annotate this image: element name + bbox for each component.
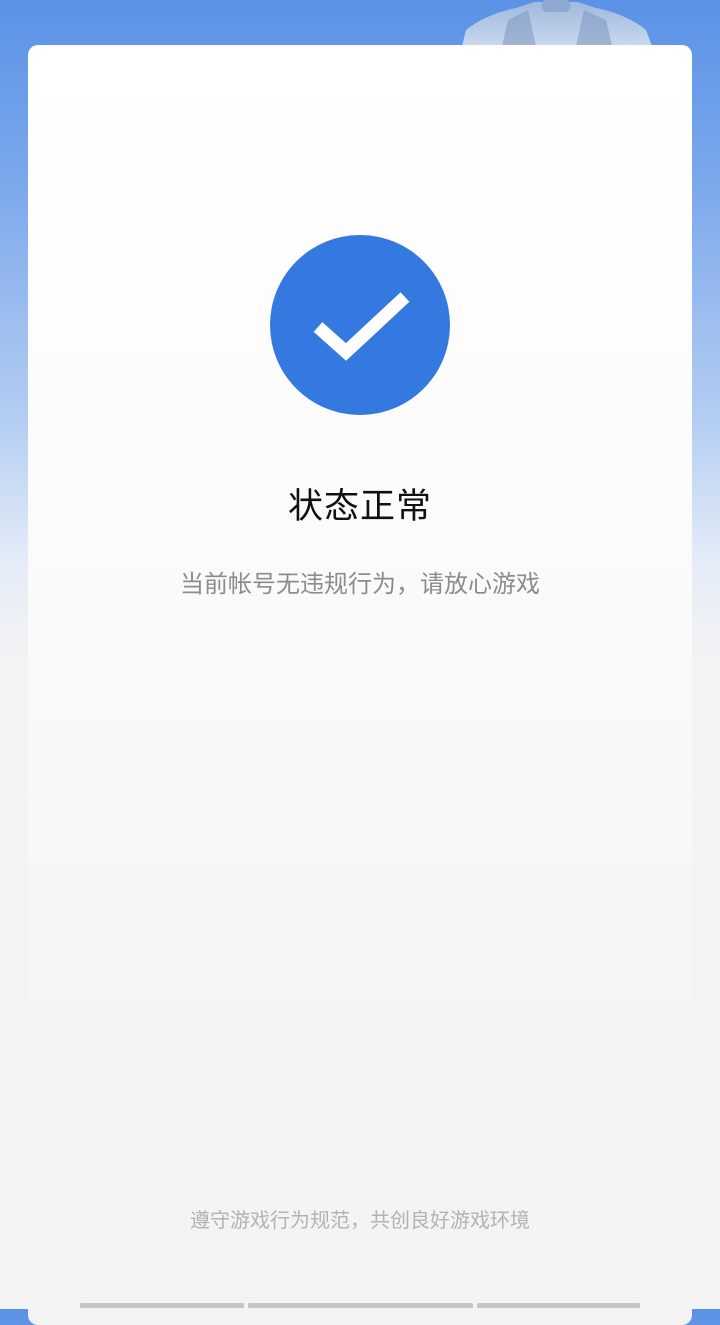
- status-title: 状态正常: [287, 487, 432, 527]
- status-card: 状态正常 当前帐号无违规行为，请放心游戏 遵守游戏行为规范，共创良好游戏环境: [28, 45, 692, 1325]
- status-description: 当前帐号无违规行为，请放心游戏: [180, 570, 540, 598]
- tab-indicator-center: [248, 1303, 473, 1308]
- footer-slogan: 遵守游戏行为规范，共创良好游戏环境: [190, 1208, 530, 1232]
- checkmark-icon: [270, 235, 450, 415]
- tab-indicator-right: [477, 1303, 640, 1308]
- tab-indicator-left: [80, 1303, 244, 1308]
- header-character-image: [456, 0, 656, 46]
- bottom-tab-indicator: [0, 1303, 720, 1309]
